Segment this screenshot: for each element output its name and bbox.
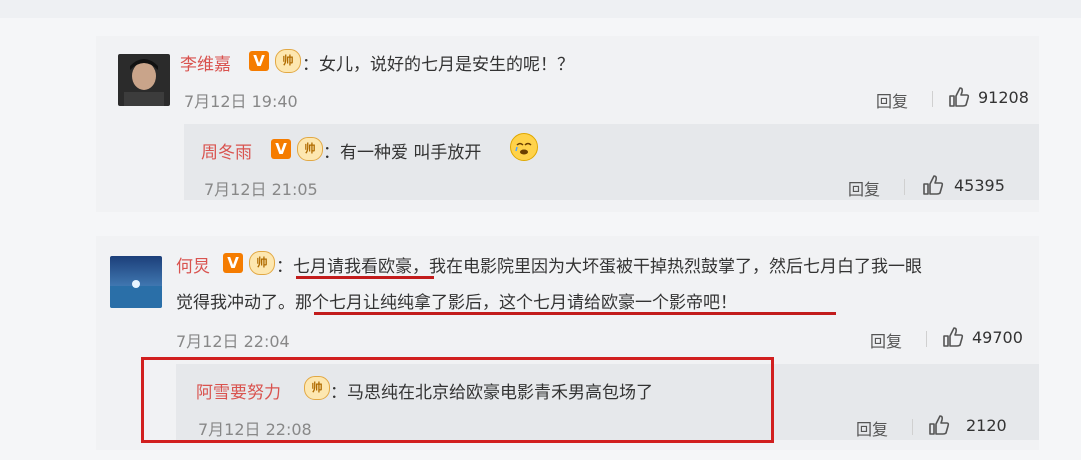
comment-text: ： [276,257,293,277]
comment-time: 7月12日 22:04 [176,332,290,351]
red-underline [314,312,836,315]
comment-card: 李维嘉 V 帅 ：女儿，说好的七月是安生的呢！？ 7月12日 19:40 回复 … [96,36,1039,212]
reply-button[interactable]: 回复 [870,328,902,352]
comment-text-line2: 觉得我冲动了。那个七月让纯纯拿了影后，这个七月请给欧豪一个影帝吧！ [176,288,737,313]
reply-button[interactable]: 回复 [876,88,908,112]
like-icon[interactable] [948,86,970,108]
divider [904,179,905,195]
reply-button[interactable]: 回复 [856,416,888,440]
top-strip [0,0,1081,18]
crying-face-icon [510,133,538,161]
like-icon[interactable] [928,414,950,436]
reply-button[interactable]: 回复 [848,176,880,200]
verified-v-icon: V [249,51,269,71]
verified-v-icon: V [271,139,291,159]
like-count: 91208 [978,88,1029,107]
comment-time: 7月12日 19:40 [184,92,298,111]
verified-v-icon: V [223,253,243,273]
avatar[interactable] [118,54,170,106]
like-icon[interactable] [942,326,964,348]
comment-text: ：有一种爱 叫手放开 [323,143,482,163]
red-highlight-box [141,357,774,443]
red-underline [296,276,434,279]
comment-text-line1: ：七月请我看欧豪，我在电影院里因为大坏蛋被干掉热烈鼓掌了，然后七月白了我一眼 [276,252,922,277]
vip-badge-icon: 帅 [297,137,323,161]
avatar[interactable] [110,256,162,308]
like-icon[interactable] [922,174,944,196]
reply-box: 周冬雨 V 帅 ：有一种爱 叫手放开 7月12日 21:05 回复 45395 [184,124,1039,200]
comment-text: ，我在电影院里因为大坏蛋被干掉热烈鼓掌了，然后七月白了我一眼 [412,257,922,277]
comment-time: 7月12日 21:05 [204,180,318,199]
divider [932,91,933,107]
divider [926,331,927,347]
comment-text: ：女儿，说好的七月是安生的呢！？ [302,55,574,75]
vip-badge-icon: 帅 [275,49,301,73]
like-count: 2120 [966,416,1007,435]
username[interactable]: 周冬雨 [201,138,252,163]
username[interactable]: 何炅 [176,252,210,277]
like-count: 45395 [954,176,1005,195]
comment-text: 觉得我冲动了。 [176,293,295,313]
divider [912,419,913,435]
username[interactable]: 李维嘉 [180,50,231,75]
highlighted-text: 七月请我看欧豪 [293,257,412,277]
vip-badge-icon: 帅 [249,251,275,275]
highlighted-text: 那个七月让纯纯拿了影后，这个七月请给欧豪一个影帝吧！ [295,293,737,313]
like-count: 49700 [972,328,1023,347]
